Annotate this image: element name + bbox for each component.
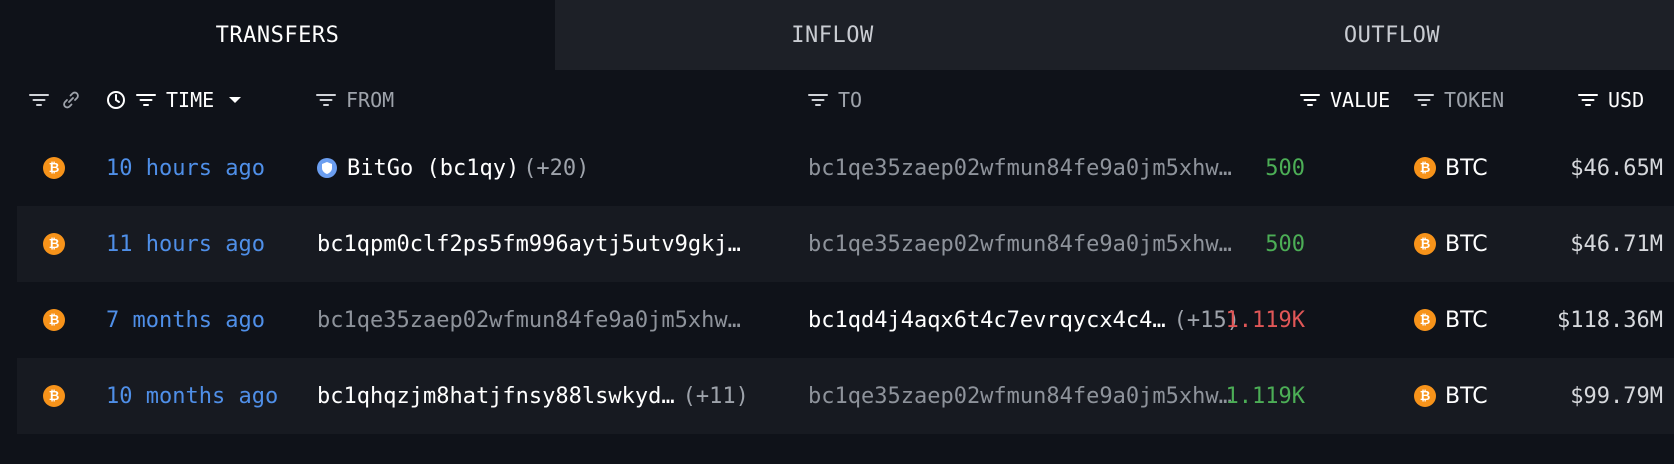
to-address: bc1qe35zaep02wfmun84fe9a0jm5xhw… xyxy=(808,155,1232,181)
row-token[interactable]: ₿ BTC xyxy=(1414,130,1488,206)
table-body: ₿ 10 hours ago BitGo (bc1qy) (+20) bc1qe… xyxy=(0,130,1674,464)
from-entity-name: BitGo (bc1qy) xyxy=(347,155,520,181)
row-to[interactable]: bc1qe35zaep02wfmun84fe9a0jm5xhw… xyxy=(808,206,1258,282)
row-time[interactable]: 10 hours ago xyxy=(106,130,265,206)
tab-transfers[interactable]: TRANSFERS xyxy=(0,0,555,70)
table-row[interactable]: ₿ 10 hours ago BitGo (bc1qy) (+20) bc1qe… xyxy=(17,130,1674,206)
filter-icon[interactable] xyxy=(136,93,156,107)
header-time[interactable]: TIME xyxy=(106,70,242,130)
header-from-label: FROM xyxy=(346,88,395,112)
to-address: bc1qd4j4aqx6t4c7evrqycx4c4… xyxy=(808,307,1166,333)
btc-icon: ₿ xyxy=(1414,157,1436,179)
row-time[interactable]: 7 months ago xyxy=(106,282,265,358)
tab-bar: TRANSFERS INFLOW OUTFLOW xyxy=(0,0,1674,70)
from-address: bc1qhqzjm8hatjfnsy88lswkyd… xyxy=(317,383,675,409)
filter-icon[interactable] xyxy=(808,93,828,107)
row-from[interactable]: BitGo (bc1qy) (+20) xyxy=(317,130,787,206)
row-usd: $46.71M xyxy=(1570,231,1663,257)
header-value-label: VALUE xyxy=(1330,88,1391,112)
clock-icon xyxy=(107,91,125,109)
row-value: 500 xyxy=(1265,155,1305,181)
table-row[interactable]: ₿ 11 hours ago bc1qpm0clf2ps5fm996aytj5u… xyxy=(17,206,1674,282)
header-to[interactable]: TO xyxy=(808,70,862,130)
row-token[interactable]: ₿ BTC xyxy=(1414,282,1488,358)
btc-chain-icon: ₿ xyxy=(43,282,65,358)
sort-down-icon[interactable] xyxy=(228,95,242,105)
row-from[interactable]: bc1qpm0clf2ps5fm996aytj5utv9gkj… xyxy=(317,206,777,282)
btc-chain-icon: ₿ xyxy=(43,206,65,282)
row-usd: $99.79M xyxy=(1570,383,1663,409)
row-value: 1.119K xyxy=(1225,307,1305,333)
table-header: TIME FROM TO VALUE TOKEN USD xyxy=(0,70,1674,130)
from-address: bc1qpm0clf2ps5fm996aytj5utv9gkj… xyxy=(317,231,741,257)
btc-chain-icon: ₿ xyxy=(43,358,65,434)
header-time-label: TIME xyxy=(166,88,215,112)
btc-icon: ₿ xyxy=(1414,309,1436,331)
row-value: 500 xyxy=(1265,231,1305,257)
token-label: BTC xyxy=(1445,155,1488,181)
row-from[interactable]: bc1qe35zaep02wfmun84fe9a0jm5xhw… xyxy=(317,282,777,358)
tab-outflow[interactable]: OUTFLOW xyxy=(1110,0,1674,70)
filter-icon[interactable] xyxy=(1414,93,1434,107)
header-from[interactable]: FROM xyxy=(316,70,394,130)
row-value: 1.119K xyxy=(1225,383,1305,409)
token-label: BTC xyxy=(1445,307,1488,333)
header-usd[interactable]: USD xyxy=(1578,70,1644,130)
header-filter-link xyxy=(29,70,81,130)
row-from[interactable]: bc1qhqzjm8hatjfnsy88lswkyd… (+11) xyxy=(317,358,787,434)
filter-icon[interactable] xyxy=(1300,93,1320,107)
row-token[interactable]: ₿ BTC xyxy=(1414,358,1488,434)
header-value[interactable]: VALUE xyxy=(1300,70,1390,130)
token-label: BTC xyxy=(1445,383,1488,409)
header-usd-label: USD xyxy=(1608,88,1645,112)
row-to[interactable]: bc1qe35zaep02wfmun84fe9a0jm5xhw… xyxy=(808,358,1258,434)
token-label: BTC xyxy=(1445,231,1488,257)
row-usd: $118.36M xyxy=(1557,307,1663,333)
row-to[interactable]: bc1qe35zaep02wfmun84fe9a0jm5xhw… xyxy=(808,130,1258,206)
from-extra-count[interactable]: (+11) xyxy=(683,384,749,409)
from-extra-count[interactable]: (+20) xyxy=(523,156,589,181)
btc-icon: ₿ xyxy=(1414,233,1436,255)
link-icon[interactable] xyxy=(61,90,81,110)
filter-icon[interactable] xyxy=(29,93,49,107)
table-row[interactable]: ₿ 10 months ago bc1qhqzjm8hatjfnsy88lswk… xyxy=(17,358,1674,434)
to-address: bc1qe35zaep02wfmun84fe9a0jm5xhw… xyxy=(808,231,1232,257)
filter-icon[interactable] xyxy=(1578,93,1598,107)
header-token[interactable]: TOKEN xyxy=(1414,70,1504,130)
header-to-label: TO xyxy=(838,88,863,112)
btc-chain-icon: ₿ xyxy=(43,130,65,206)
btc-icon: ₿ xyxy=(1414,385,1436,407)
row-time[interactable]: 11 hours ago xyxy=(106,206,265,282)
to-address: bc1qe35zaep02wfmun84fe9a0jm5xhw… xyxy=(808,383,1232,409)
tab-inflow[interactable]: INFLOW xyxy=(555,0,1110,70)
row-token[interactable]: ₿ BTC xyxy=(1414,206,1488,282)
from-address: bc1qe35zaep02wfmun84fe9a0jm5xhw… xyxy=(317,307,741,333)
filter-icon[interactable] xyxy=(316,93,336,107)
row-usd: $46.65M xyxy=(1570,155,1663,181)
header-token-label: TOKEN xyxy=(1444,88,1505,112)
entity-shield-icon xyxy=(317,158,337,178)
table-row[interactable]: ₿ 7 months ago bc1qe35zaep02wfmun84fe9a0… xyxy=(17,282,1674,358)
row-time[interactable]: 10 months ago xyxy=(106,358,278,434)
